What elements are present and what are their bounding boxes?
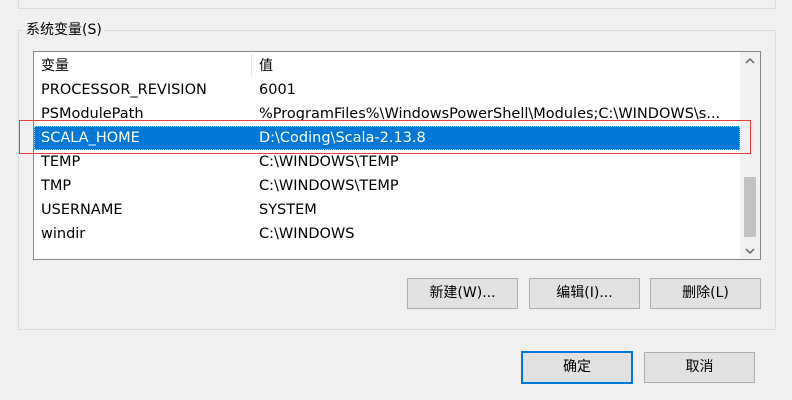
system-variables-list[interactable]: 变量 值 PROCESSOR_REVISION 6001 PSModulePat… bbox=[33, 51, 761, 260]
delete-button[interactable]: 删除(L) bbox=[650, 278, 761, 309]
variable-value: SYSTEM bbox=[259, 202, 317, 218]
variable-name: PROCESSOR_REVISION bbox=[41, 82, 207, 98]
list-row-windir[interactable]: windir C:\WINDOWS bbox=[34, 222, 740, 246]
column-header-variable[interactable]: 变量 bbox=[41, 52, 69, 78]
list-row-tmp[interactable]: TMP C:\WINDOWS\TEMP bbox=[34, 174, 740, 198]
variable-name: SCALA_HOME bbox=[41, 130, 140, 146]
new-button[interactable]: 新建(W)... bbox=[407, 278, 518, 309]
variable-name: TMP bbox=[41, 178, 72, 194]
variable-value: C:\WINDOWS\TEMP bbox=[259, 154, 399, 170]
variable-name: USERNAME bbox=[41, 202, 123, 218]
variable-value: %ProgramFiles%\WindowsPowerShell\Modules… bbox=[259, 106, 721, 122]
list-row-scala-home[interactable]: SCALA_HOME D:\Coding\Scala-2.13.8 bbox=[34, 126, 740, 150]
edit-button[interactable]: 编辑(I)... bbox=[529, 278, 640, 309]
list-row-username[interactable]: USERNAME SYSTEM bbox=[34, 198, 740, 222]
variable-value: D:\Coding\Scala-2.13.8 bbox=[259, 130, 426, 146]
variable-value: C:\WINDOWS bbox=[259, 226, 355, 242]
list-row-psmodulepath[interactable]: PSModulePath %ProgramFiles%\WindowsPower… bbox=[34, 102, 740, 126]
chevron-down-icon[interactable] bbox=[740, 242, 760, 259]
environment-variables-dialog: 系统变量(S) 变量 值 PROCESSOR_REVISION 6001 PSM… bbox=[0, 0, 792, 400]
chevron-up-icon[interactable] bbox=[740, 52, 760, 69]
ok-button[interactable]: 确定 bbox=[521, 351, 633, 384]
list-row-processor-revision[interactable]: PROCESSOR_REVISION 6001 bbox=[34, 78, 740, 102]
system-variables-label: 系统变量(S) bbox=[24, 20, 104, 40]
list-rows: PROCESSOR_REVISION 6001 PSModulePath %Pr… bbox=[34, 78, 740, 246]
list-row-temp[interactable]: TEMP C:\WINDOWS\TEMP bbox=[34, 150, 740, 174]
column-divider[interactable] bbox=[251, 54, 252, 76]
variable-name: windir bbox=[41, 226, 86, 242]
list-header: 变量 值 bbox=[34, 52, 740, 78]
vertical-scrollbar[interactable] bbox=[740, 52, 760, 259]
variable-value: C:\WINDOWS\TEMP bbox=[259, 178, 399, 194]
variable-name: TEMP bbox=[41, 154, 81, 170]
user-variables-group-edge bbox=[18, 0, 776, 9]
variable-value: 6001 bbox=[259, 82, 296, 98]
scrollbar-thumb[interactable] bbox=[744, 177, 756, 237]
cancel-button[interactable]: 取消 bbox=[644, 352, 755, 383]
variable-name: PSModulePath bbox=[41, 106, 144, 122]
column-header-value[interactable]: 值 bbox=[259, 52, 273, 78]
